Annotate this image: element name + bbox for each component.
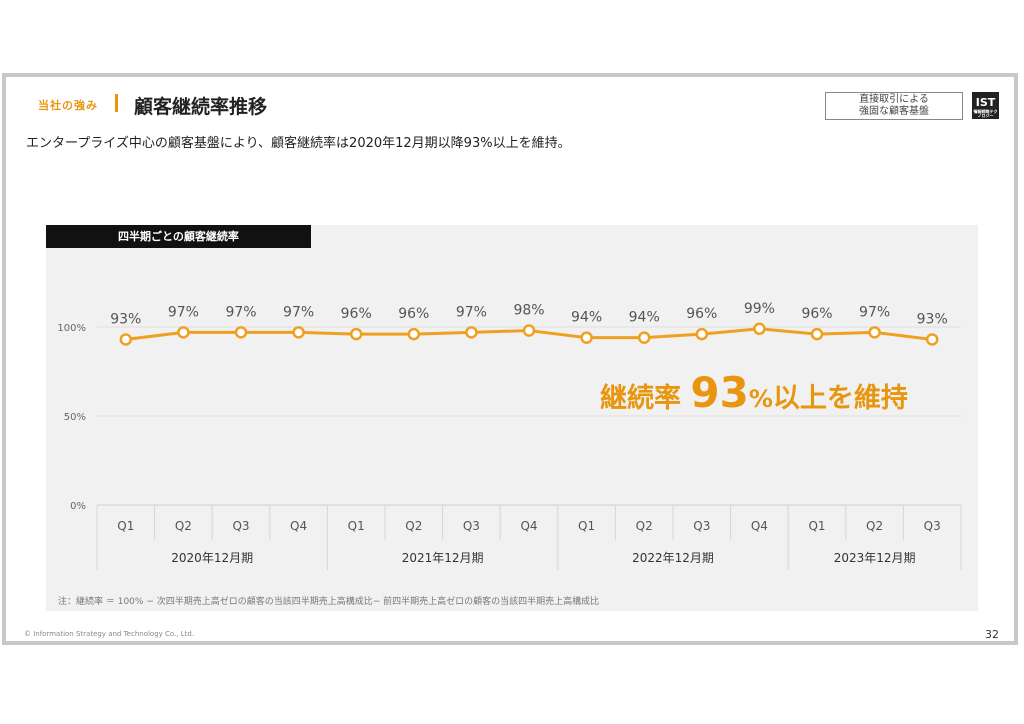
x-group-label: 2022年12月期 — [632, 551, 714, 565]
copyright: © Information Strategy and Technology Co… — [24, 630, 195, 638]
data-label: 97% — [283, 304, 314, 320]
data-label: 99% — [744, 301, 775, 317]
x-tick-label: Q3 — [924, 519, 941, 533]
x-tick-label: Q2 — [866, 519, 883, 533]
data-label: 96% — [686, 306, 717, 322]
data-label: 97% — [456, 304, 487, 320]
x-tick-label: Q3 — [463, 519, 480, 533]
y-tick-label: 100% — [57, 323, 86, 334]
x-tick-label: Q2 — [636, 519, 653, 533]
data-point — [349, 327, 363, 341]
data-label: 97% — [168, 304, 199, 320]
x-tick-label: Q1 — [348, 519, 365, 533]
callout-suffix: 以上を維持 — [772, 383, 908, 414]
data-point — [637, 331, 651, 344]
x-tick-label: Q4 — [751, 519, 768, 533]
data-label: 93% — [110, 311, 141, 327]
data-point — [407, 327, 421, 341]
x-tick-label: Q1 — [578, 519, 595, 533]
y-tick-label: 0% — [70, 501, 86, 512]
data-point — [465, 326, 478, 339]
data-label: 96% — [801, 306, 832, 322]
x-group-label: 2020年12月期 — [171, 551, 253, 565]
data-label: 97% — [859, 304, 890, 320]
x-tick-label: Q2 — [405, 519, 422, 533]
data-label: 93% — [917, 311, 948, 327]
x-tick-label: Q1 — [117, 519, 134, 533]
data-point — [292, 326, 305, 339]
data-label: 94% — [629, 310, 660, 326]
data-label: 98% — [513, 303, 544, 319]
x-tick-label: Q2 — [175, 519, 192, 533]
data-label: 97% — [225, 304, 256, 320]
data-label: 96% — [341, 306, 372, 322]
retention-line-chart: 0% 50% 100% Q1 Q2 Q3 Q4 Q1 Q2 Q3 Q4 Q1 Q2 Q3 Q4 Q1 Q2 Q3 2… — [57, 301, 962, 570]
y-tick-label: 50% — [64, 412, 86, 423]
data-point — [925, 333, 939, 346]
callout-prefix: 継続率 — [600, 383, 691, 414]
x-tick-label: Q3 — [232, 519, 249, 533]
footnote: 注：継続率 ＝ 100% − 次四半期売上高ゼロの顧客の当該四半期売上高構成比−… — [58, 597, 600, 607]
data-label: 96% — [398, 306, 429, 322]
data-point — [234, 326, 248, 339]
data-point — [753, 322, 766, 336]
data-point — [580, 331, 593, 344]
data-point — [810, 327, 824, 341]
data-point — [868, 326, 881, 339]
x-tick-label: Q4 — [290, 519, 307, 533]
callout-number: 93 — [690, 368, 749, 417]
page-number: 32 — [985, 628, 999, 641]
x-group-label: 2021年12月期 — [402, 551, 484, 565]
data-point — [695, 327, 709, 341]
data-point — [119, 333, 133, 346]
x-tick-label: Q1 — [808, 519, 825, 533]
x-tick-label: Q3 — [693, 519, 710, 533]
x-group-label: 2023年12月期 — [834, 551, 916, 565]
data-point — [177, 326, 190, 339]
callout-text: 継続率 93%以上を維持 — [600, 368, 908, 417]
data-point — [522, 324, 536, 337]
callout-percent: % — [748, 385, 773, 413]
data-label: 94% — [571, 310, 602, 326]
x-tick-label: Q4 — [520, 519, 537, 533]
